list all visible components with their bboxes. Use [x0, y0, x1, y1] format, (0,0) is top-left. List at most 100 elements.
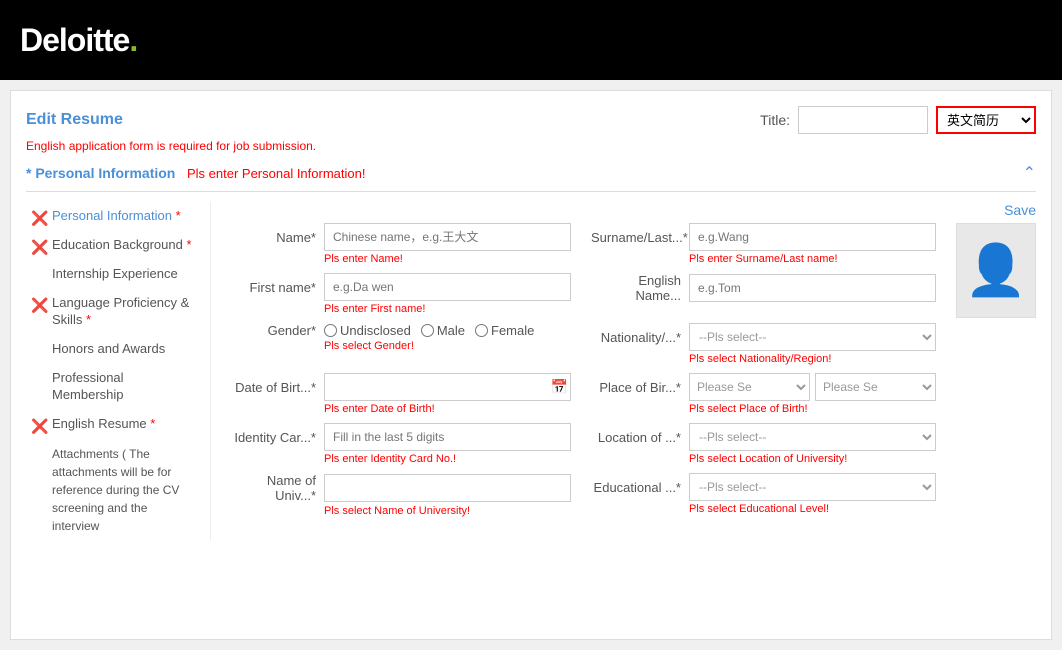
gender-options: Undisclosed Male Female	[324, 323, 534, 338]
field-surname-row: Surname/Last...*	[591, 223, 936, 251]
field-firstname: First name* Pls enter First name!	[226, 273, 571, 315]
idcard-input[interactable]	[324, 423, 571, 451]
sidebar-label-personal: Personal Information *	[52, 208, 195, 225]
sidebar-label-honors: Honors and Awards	[52, 341, 195, 358]
gender-female[interactable]: Female	[475, 323, 534, 338]
locationuniv-label: Location of ...*	[591, 430, 681, 445]
placeofbirth-select2[interactable]: Please Se	[815, 373, 936, 401]
nationality-error: Pls select Nationality/Region!	[689, 353, 936, 365]
gender-male[interactable]: Male	[421, 323, 465, 338]
form-with-avatar: Name* Pls enter Name! Surname/Last...* P…	[226, 223, 1036, 525]
form-row-name: Name* Pls enter Name! Surname/Last...* P…	[226, 223, 936, 265]
nationality-select[interactable]: --Pls select--	[689, 323, 936, 351]
resume-type-select[interactable]: 英文简历 中文简历	[936, 106, 1036, 134]
idcard-label: Identity Car...*	[226, 430, 316, 445]
dob-input[interactable]	[324, 373, 571, 401]
form-fields: Name* Pls enter Name! Surname/Last...* P…	[226, 223, 936, 525]
field-locationuniv-row: Location of ...* --Pls select--	[591, 423, 936, 451]
title-input[interactable]	[798, 106, 928, 134]
surname-label: Surname/Last...*	[591, 230, 681, 245]
field-englishname-row: English Name...	[591, 273, 936, 303]
avatar-area[interactable]: 👤	[956, 223, 1036, 318]
section-title: * Personal Information	[26, 165, 175, 181]
idcard-error: Pls enter Identity Card No.!	[324, 453, 571, 465]
sidebar-item-education[interactable]: ❌ Education Background *	[26, 231, 200, 260]
field-nameuniv: Name of Univ...* Pls select Name of Univ…	[226, 473, 571, 517]
field-name: Name* Pls enter Name!	[226, 223, 571, 265]
field-locationuniv: Location of ...* --Pls select-- Pls sele…	[591, 423, 936, 465]
surname-input[interactable]	[689, 223, 936, 251]
error-icon-personal: ❌	[31, 209, 47, 225]
collapse-icon[interactable]: ⌃	[1023, 163, 1036, 183]
calendar-button[interactable]: 📅	[551, 379, 568, 396]
gender-label: Gender*	[226, 323, 316, 338]
educational-error: Pls select Educational Level!	[689, 503, 936, 515]
sidebar-item-attachments[interactable]: Attachments ( The attachments will be fo…	[26, 439, 200, 541]
sidebar: ❌ Personal Information * ❌ Education Bac…	[26, 202, 211, 541]
locationuniv-error: Pls select Location of University!	[689, 453, 936, 465]
sidebar-item-language[interactable]: ❌ Language Proficiency & Skills *	[26, 289, 200, 335]
title-label: Title:	[760, 112, 790, 128]
sidebar-item-honors[interactable]: Honors and Awards	[26, 335, 200, 364]
main-container: Edit Resume Title: 英文简历 中文简历 English app…	[10, 90, 1052, 640]
sidebar-item-personal-info[interactable]: ❌ Personal Information *	[26, 202, 200, 231]
field-dob: Date of Birt...* 📅 Pls enter Date of Bir…	[226, 373, 571, 415]
field-idcard: Identity Car...* Pls enter Identity Card…	[226, 423, 571, 465]
surname-error: Pls enter Surname/Last name!	[689, 253, 936, 265]
section-header: * Personal Information Pls enter Persona…	[26, 163, 1036, 192]
field-gender: Gender* Undisclosed Male	[226, 323, 571, 365]
sidebar-item-english-resume[interactable]: ❌ English Resume *	[26, 410, 200, 439]
spacer-internship	[31, 267, 47, 283]
sidebar-label-internship: Internship Experience	[52, 266, 195, 283]
nameuniv-label: Name of Univ...*	[226, 473, 316, 503]
nameuniv-input[interactable]	[324, 474, 571, 502]
educational-select[interactable]: --Pls select--	[689, 473, 936, 501]
sidebar-item-internship[interactable]: Internship Experience	[26, 260, 200, 289]
name-label: Name*	[226, 230, 316, 245]
logo: Deloitte.	[20, 22, 137, 59]
error-icon-language: ❌	[31, 296, 47, 312]
dob-error: Pls enter Date of Birth!	[324, 403, 571, 415]
error-icon-education: ❌	[31, 238, 47, 254]
date-input-wrapper: 📅	[324, 373, 571, 401]
firstname-input[interactable]	[324, 273, 571, 301]
field-placeofbirth-row: Place of Bir...* Please Se Please Se	[591, 373, 936, 401]
gender-undisclosed[interactable]: Undisclosed	[324, 323, 411, 338]
spacer-attachments	[31, 446, 47, 462]
spacer-professional	[31, 371, 47, 387]
firstname-label: First name*	[226, 280, 316, 295]
sidebar-label-language: Language Proficiency & Skills *	[52, 295, 195, 329]
locationuniv-select[interactable]: --Pls select--	[689, 423, 936, 451]
gender-error: Pls select Gender!	[324, 340, 571, 352]
placeofbirth-error: Pls select Place of Birth!	[689, 403, 936, 415]
field-englishname: English Name...	[591, 273, 936, 315]
englishname-label: English Name...	[591, 273, 681, 303]
gender-radio-male[interactable]	[421, 324, 434, 337]
gender-radio-female[interactable]	[475, 324, 488, 337]
field-nationality: Nationality/...* --Pls select-- Pls sele…	[591, 323, 936, 365]
field-firstname-row: First name*	[226, 273, 571, 301]
avatar-icon: 👤	[965, 241, 1027, 300]
field-surname: Surname/Last...* Pls enter Surname/Last …	[591, 223, 936, 265]
form-row-gender: Gender* Undisclosed Male	[226, 323, 936, 365]
edit-resume-title: Edit Resume	[26, 111, 123, 129]
dob-label: Date of Birt...*	[226, 380, 316, 395]
header: Deloitte.	[0, 0, 1062, 80]
educational-label: Educational ...*	[591, 480, 681, 495]
nationality-label: Nationality/...*	[591, 330, 681, 345]
field-gender-row: Gender* Undisclosed Male	[226, 323, 571, 338]
sidebar-item-professional[interactable]: Professional Membership	[26, 364, 200, 410]
sidebar-label-professional: Professional Membership	[52, 370, 195, 404]
placeofbirth-select1[interactable]: Please Se	[689, 373, 810, 401]
gender-radio-undisclosed[interactable]	[324, 324, 337, 337]
sidebar-label-english-resume: English Resume *	[52, 416, 195, 433]
name-input[interactable]	[324, 223, 571, 251]
field-educational-row: Educational ...* --Pls select--	[591, 473, 936, 501]
save-row: Save	[226, 202, 1036, 218]
save-button[interactable]: Save	[1004, 202, 1036, 218]
firstname-error: Pls enter First name!	[324, 303, 571, 315]
form-row-nameuniv: Name of Univ...* Pls select Name of Univ…	[226, 473, 936, 517]
double-select-placeofbirth: Please Se Please Se	[689, 373, 936, 401]
englishname-input[interactable]	[689, 274, 936, 302]
form-area: Save Name* Pls enter Name!	[211, 202, 1036, 541]
